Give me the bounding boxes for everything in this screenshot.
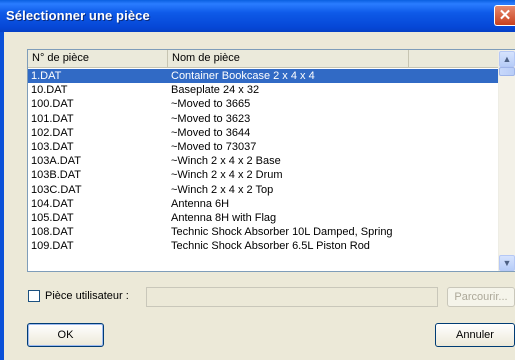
- window-frame: [0, 32, 4, 360]
- scroll-thumb[interactable]: [499, 67, 515, 76]
- part-number-cell: 103A.DAT: [31, 155, 81, 168]
- part-name-cell: ~Moved to 73037: [171, 140, 257, 153]
- user-part-checkbox[interactable]: [28, 290, 40, 302]
- part-name-cell: Container Bookcase 2 x 4 x 4: [171, 70, 315, 82]
- column-header-part-name[interactable]: Nom de pièce: [168, 50, 409, 67]
- browse-button[interactable]: Parcourir...: [447, 287, 515, 307]
- column-header-part-number[interactable]: N° de pièce: [28, 50, 168, 67]
- table-row[interactable]: 104.DAT Antenna 6H: [28, 197, 500, 211]
- table-row[interactable]: 103C.DAT ~Winch 2 x 4 x 2 Top: [28, 183, 500, 197]
- part-number-cell: 103C.DAT: [31, 183, 82, 196]
- title-bar[interactable]: Sélectionner une pièce ✕: [0, 0, 515, 32]
- part-number-cell: 100.DAT: [31, 98, 74, 111]
- part-number-cell: 10.DAT: [31, 84, 68, 97]
- user-part-label: Pièce utilisateur :: [45, 290, 129, 302]
- part-name-cell: ~Winch 2 x 4 x 2 Drum: [171, 169, 283, 182]
- part-name-cell: Antenna 8H with Flag: [171, 211, 277, 224]
- part-number-cell: 102.DAT: [31, 126, 74, 139]
- close-button[interactable]: ✕: [494, 5, 515, 26]
- cancel-button[interactable]: Annuler: [435, 323, 515, 347]
- table-row[interactable]: 103.DAT ~Moved to 73037: [28, 140, 500, 154]
- list-rows: 1.DAT Container Bookcase 2 x 4 x 4 10.DAT B…: [28, 69, 500, 271]
- list-header: N° de pièce Nom de pièce: [28, 50, 500, 68]
- scroll-up-button[interactable]: ▲: [499, 51, 515, 67]
- part-number-cell: 109.DAT: [31, 240, 74, 253]
- part-number-cell: 104.DAT: [31, 197, 74, 210]
- chevron-up-icon: ▲: [502, 54, 512, 64]
- vertical-scrollbar[interactable]: ▲ ▼: [498, 50, 515, 271]
- part-name-cell: ~Moved to 3623: [171, 112, 251, 125]
- table-row[interactable]: 10.DAT Baseplate 24 x 32: [28, 83, 500, 97]
- table-row[interactable]: 100.DAT ~Moved to 3665: [28, 97, 500, 111]
- part-number-cell: 1.DAT: [31, 70, 62, 82]
- table-row[interactable]: 1.DAT Container Bookcase 2 x 4 x 4: [28, 69, 500, 84]
- table-row[interactable]: 102.DAT ~Moved to 3644: [28, 126, 500, 140]
- part-number-cell: 108.DAT: [31, 226, 74, 239]
- window-title: Sélectionner une pièce: [6, 8, 150, 23]
- part-name-cell: ~Winch 2 x 4 x 2 Top: [171, 183, 274, 196]
- table-row[interactable]: 101.DAT ~Moved to 3623: [28, 112, 500, 126]
- table-row[interactable]: 108.DAT Technic Shock Absorber 10L Damped…: [28, 225, 500, 239]
- table-row[interactable]: 109.DAT Technic Shock Absorber 6.5L Pisto…: [28, 239, 500, 253]
- part-name-cell: Baseplate 24 x 32: [171, 84, 260, 97]
- close-icon: ✕: [498, 7, 512, 24]
- table-row[interactable]: 103B.DAT ~Winch 2 x 4 x 2 Drum: [28, 168, 500, 182]
- part-number-cell: 105.DAT: [31, 211, 74, 224]
- part-name-cell: Antenna 6H: [171, 197, 230, 210]
- part-name-cell: ~Moved to 3644: [171, 126, 251, 139]
- part-number-cell: 103B.DAT: [31, 169, 81, 182]
- part-number-cell: 101.DAT: [31, 112, 74, 125]
- chevron-down-icon: ▼: [502, 258, 512, 268]
- ok-button[interactable]: OK: [27, 323, 104, 347]
- user-part-path-field[interactable]: [146, 287, 438, 307]
- part-number-cell: 103.DAT: [31, 140, 74, 153]
- part-name-cell: Technic Shock Absorber 10L Damped, Sprin…: [171, 226, 393, 239]
- table-row[interactable]: 105.DAT Antenna 8H with Flag: [28, 211, 500, 225]
- scroll-down-button[interactable]: ▼: [499, 255, 515, 271]
- dialog-window: Sélectionner une pièce ✕ N° de pièce Nom…: [0, 0, 515, 360]
- parts-list[interactable]: N° de pièce Nom de pièce 1.DAT Container …: [27, 49, 515, 272]
- column-header-extra[interactable]: [409, 50, 500, 67]
- table-row[interactable]: 103A.DAT ~Winch 2 x 4 x 2 Base: [28, 154, 500, 168]
- part-name-cell: ~Moved to 3665: [171, 98, 251, 111]
- part-name-cell: ~Winch 2 x 4 x 2 Base: [171, 155, 281, 168]
- user-part-row: Pièce utilisateur : Parcourir...: [28, 287, 515, 307]
- part-name-cell: Technic Shock Absorber 6.5L Piston Rod: [171, 240, 370, 253]
